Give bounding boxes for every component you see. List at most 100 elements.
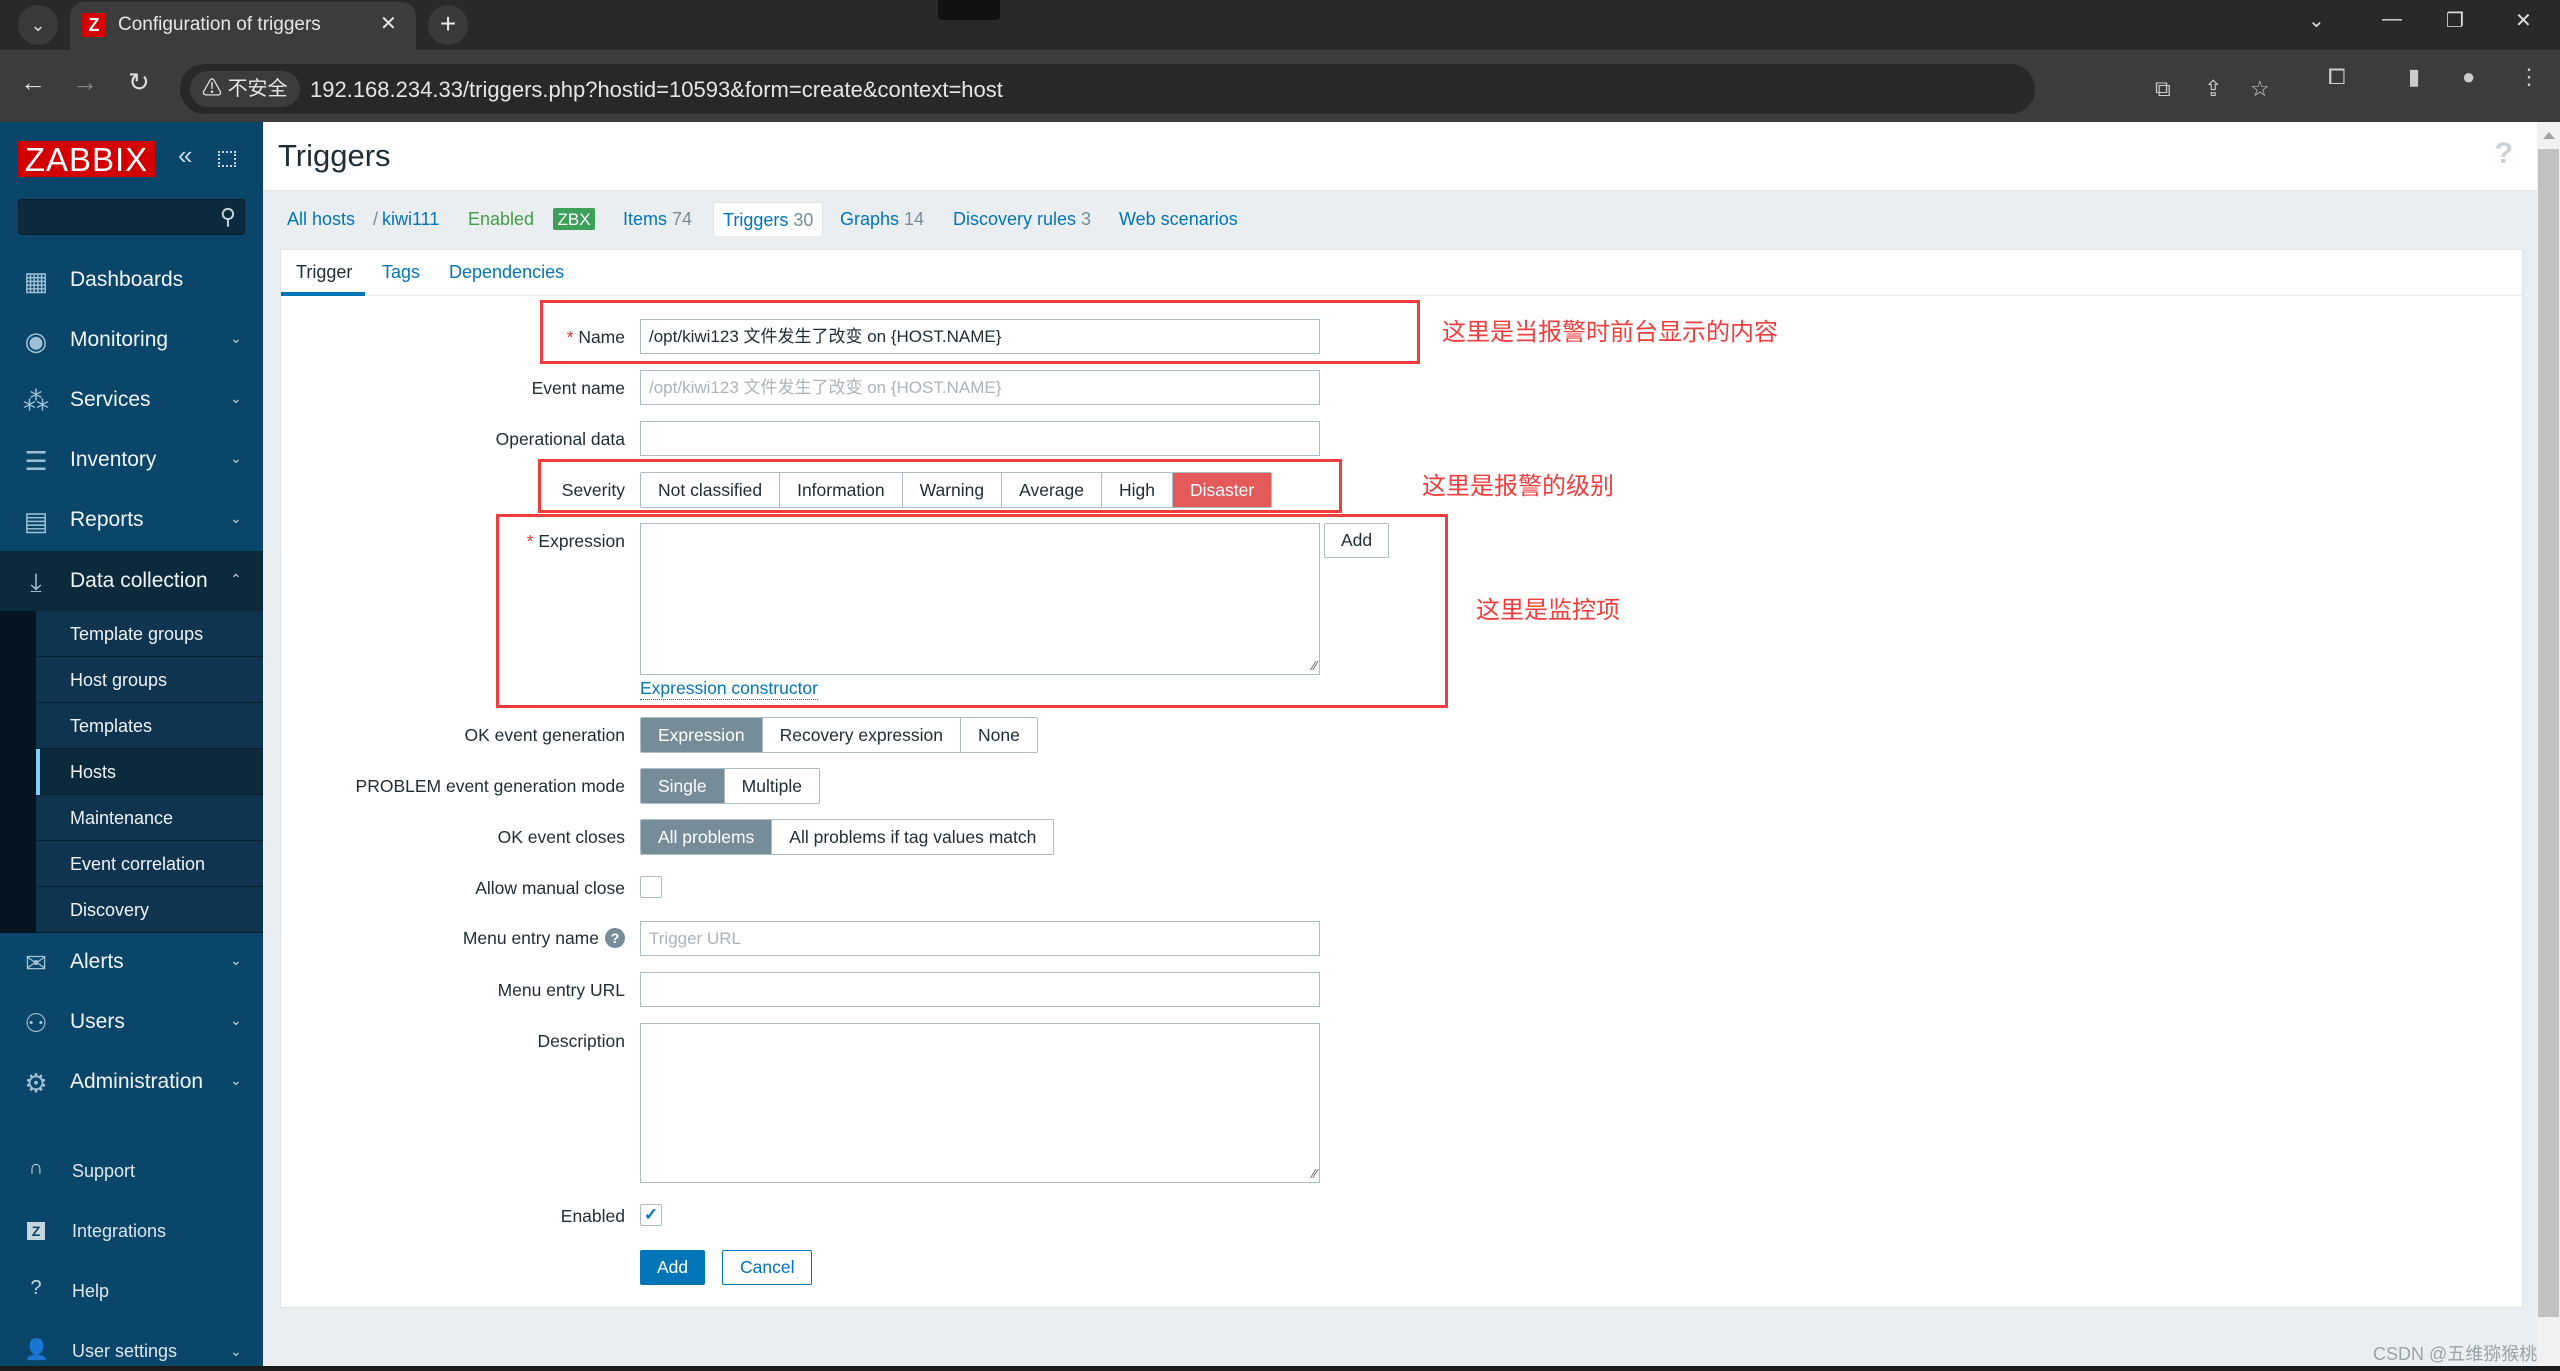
zabbix-logo[interactable]: ZABBIX — [18, 141, 155, 178]
breadcrumb-host[interactable]: kiwi111 — [382, 202, 439, 236]
forward-icon[interactable]: → — [72, 67, 98, 98]
tab-dependencies[interactable]: Dependencies — [449, 262, 564, 283]
host-nav-graphs[interactable]: Graphs 14 — [840, 202, 924, 236]
sidebar-item-services[interactable]: ⁂ Services ⌄ — [0, 370, 263, 430]
ok-gen-none[interactable]: None — [959, 718, 1037, 752]
gear-icon: ⚙ — [24, 1068, 48, 1098]
sidebar-item-alerts[interactable]: ✉ Alerts ⌄ — [0, 932, 263, 992]
host-nav-web-scenarios[interactable]: Web scenarios — [1119, 202, 1238, 236]
problem-mode-label: PROBLEM event generation mode — [355, 776, 625, 796]
share-icon[interactable]: ⇪ — [2204, 76, 2222, 102]
host-nav-items[interactable]: Items 74 — [623, 202, 692, 236]
reload-icon[interactable]: ↻ — [128, 67, 150, 98]
allow-manual-close-label: Allow manual close — [475, 878, 625, 898]
event-name-input[interactable]: /opt/kiwi123 文件发生了改变 on {HOST.NAME} — [640, 370, 1320, 405]
zbx-availability-badge: ZBX — [553, 208, 595, 230]
help-hint-icon[interactable]: ? — [605, 928, 625, 948]
annotation-name-note: 这里是当报警时前台显示的内容 — [1442, 319, 1778, 346]
window-close-icon[interactable]: ✕ — [2515, 8, 2532, 33]
sidebar-item-support[interactable]: ∩ Support — [0, 1151, 263, 1191]
sidebar-item-administration[interactable]: ⚙ Administration ⌄ — [0, 1052, 263, 1112]
restore-icon[interactable]: ❐ — [2446, 8, 2464, 33]
tab-tags[interactable]: Tags — [382, 262, 420, 283]
minimize-icon[interactable]: — — [2382, 8, 2402, 31]
scroll-up-arrow-icon[interactable] — [2543, 132, 2555, 139]
submenu-item-label: Host groups — [70, 670, 168, 690]
bookmark-star-icon[interactable]: ☆ — [2250, 76, 2270, 102]
sidebar-item-label: Administration — [70, 1070, 204, 1093]
host-nav-triggers[interactable]: Triggers 30 — [713, 202, 824, 236]
security-chip[interactable]: ⚠ 不安全 — [190, 71, 300, 107]
tab-search-button[interactable]: ⌄ — [18, 5, 58, 45]
add-button[interactable]: Add — [640, 1250, 706, 1285]
sidebar-item-dashboards[interactable]: ▦ Dashboards — [0, 250, 263, 310]
submenu-item-template-groups[interactable]: Template groups — [36, 611, 263, 657]
placeholder-text: Trigger URL — [649, 929, 741, 948]
sidebar-item-monitoring[interactable]: ◉ Monitoring ⌄ — [0, 310, 263, 370]
media-indicator — [938, 0, 1000, 20]
collapse-sidebar-icon[interactable]: « — [178, 140, 192, 171]
browser-menu-icon[interactable]: ⋮ — [2518, 64, 2540, 90]
problem-mode-multiple[interactable]: Multiple — [723, 769, 819, 803]
tab-close-icon[interactable]: ✕ — [380, 11, 397, 36]
ok-event-closes-selector: All problems All problems if tag values … — [640, 819, 1055, 855]
sidebar-item-reports[interactable]: ▤ Reports ⌄ — [0, 490, 263, 550]
tab-trigger[interactable]: Trigger — [296, 262, 352, 283]
scroll-thumb[interactable] — [2538, 149, 2559, 1317]
new-tab-button[interactable]: + — [428, 5, 468, 45]
sidebar-item-label: User settings — [72, 1341, 178, 1361]
cancel-button[interactable]: Cancel — [722, 1250, 813, 1285]
ok-closes-tag-match[interactable]: All problems if tag values match — [771, 820, 1054, 854]
ok-gen-recovery-expression[interactable]: Recovery expression — [761, 718, 960, 752]
tab-list-chevron-icon[interactable]: ⌄ — [2308, 8, 2325, 33]
translate-icon[interactable]: ⧉ — [2155, 76, 2171, 102]
resize-grip-icon[interactable]: ⁄⁄ — [1313, 1166, 1317, 1181]
sidebar-item-users[interactable]: ⚇ Users ⌄ — [0, 992, 263, 1052]
browser-toolbar: ← → ↻ ⚠ 不安全 192.168.234.33/triggers.php?… — [0, 50, 2560, 122]
operational-data-input[interactable] — [640, 421, 1320, 456]
sidebar-item-label: Support — [72, 1161, 136, 1181]
sidebar-search-input[interactable]: ⚲ — [18, 199, 245, 235]
description-textarea[interactable]: ⁄⁄ — [640, 1023, 1320, 1183]
submenu-item-label: Maintenance — [70, 808, 174, 828]
user-icon: 👤 — [24, 1339, 49, 1361]
address-bar[interactable]: ⚠ 不安全 192.168.234.33/triggers.php?hostid… — [180, 64, 2270, 114]
breadcrumb-all-hosts[interactable]: All hosts — [287, 202, 355, 236]
nav-count: 14 — [904, 209, 925, 229]
page-title: Triggers — [278, 138, 391, 173]
event-name-label: Event name — [531, 378, 625, 398]
help-icon[interactable]: ? — [2495, 137, 2513, 171]
ok-gen-expression[interactable]: Expression — [641, 718, 762, 752]
browser-tabstrip: ⌄ Z Configuration of triggers ✕ + ⌄ — ❐ … — [0, 0, 2560, 50]
annotation-box-severity — [538, 459, 1342, 513]
menu-entry-name-input[interactable]: Trigger URL — [640, 921, 1320, 956]
sidebar-item-help[interactable]: ? Help — [0, 1271, 263, 1311]
menu-entry-url-label: Menu entry URL — [497, 980, 625, 1000]
enabled-checkbox[interactable]: ✓ — [640, 1204, 662, 1226]
search-icon[interactable]: ⚲ — [220, 204, 236, 230]
host-nav-discovery-rules[interactable]: Discovery rules 3 — [953, 202, 1091, 236]
side-panel-icon[interactable]: ▮ — [2408, 64, 2420, 90]
extensions-icon[interactable]: ⧠ — [2328, 64, 2346, 90]
host-status-enabled[interactable]: Enabled — [468, 202, 534, 236]
problem-mode-single[interactable]: Single — [641, 769, 724, 803]
sidebar-item-data-collection[interactable]: ⤓ Data collection ⌃ — [0, 551, 263, 611]
allow-manual-close-checkbox[interactable] — [640, 876, 662, 898]
menu-entry-url-input[interactable] — [640, 972, 1320, 1007]
page-scrollbar[interactable] — [2537, 122, 2560, 1366]
submenu-item-host-groups[interactable]: Host groups — [36, 657, 263, 703]
chevron-down-icon: ⌄ — [230, 952, 242, 968]
ok-closes-all-problems[interactable]: All problems — [641, 820, 772, 854]
eye-icon: ◉ — [24, 326, 48, 356]
sidebar-item-user-settings[interactable]: 👤 User settings ⌄ — [0, 1331, 263, 1371]
csdn-watermark: CSDN @五维猕猴桃 — [2373, 1344, 2538, 1364]
url-text[interactable]: 192.168.234.33/triggers.php?hostid=10593… — [310, 77, 1003, 103]
back-icon[interactable]: ← — [20, 67, 46, 98]
label-text: Menu entry name — [462, 928, 599, 948]
profile-avatar-icon[interactable]: ● — [2462, 64, 2475, 90]
sidebar-item-integrations[interactable]: Z Integrations — [0, 1211, 263, 1251]
kiosk-mode-icon[interactable] — [218, 151, 236, 167]
sidebar-item-inventory[interactable]: ☰ Inventory ⌄ — [0, 430, 263, 490]
sidebar-item-label: Help — [72, 1281, 110, 1301]
browser-tab-active[interactable]: Z Configuration of triggers ✕ — [70, 2, 416, 50]
